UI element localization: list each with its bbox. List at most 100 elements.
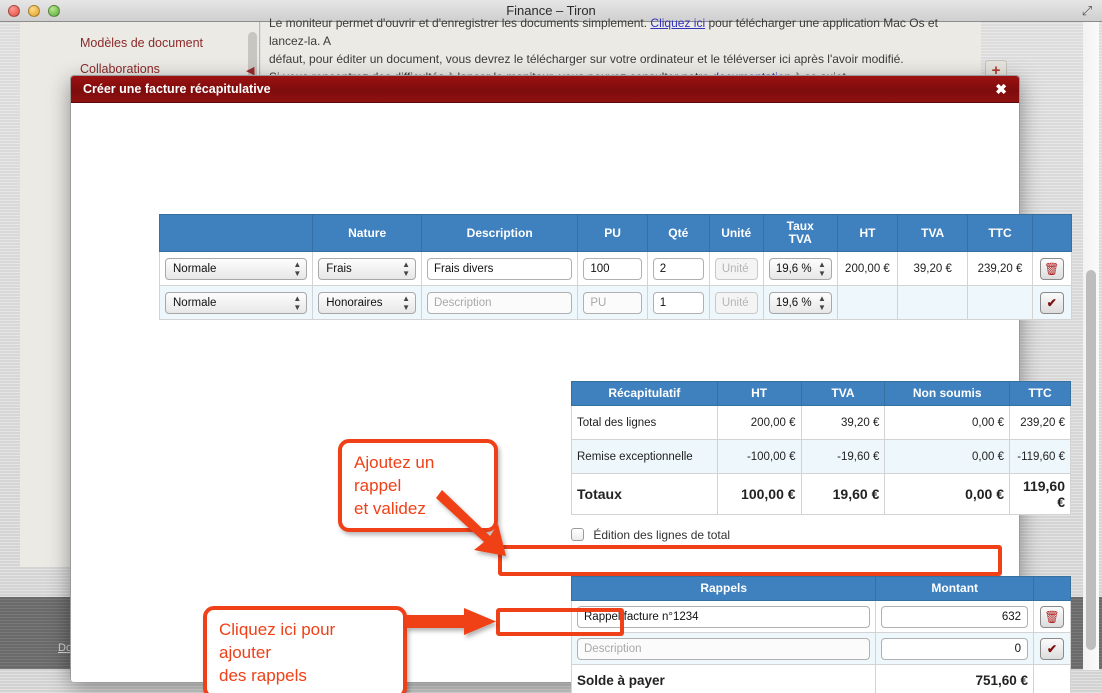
recap-total-row: Totaux 100,00 € 19,60 € 0,00 € 119,60 €	[571, 473, 1071, 515]
solde-action-cell	[1033, 664, 1071, 693]
cell-type: Normale ▲ ▼	[158, 285, 314, 320]
cell-description: Description	[420, 285, 579, 320]
recap-col-header-label: Récapitulatif	[571, 381, 718, 406]
recap-total-non-soumis: 0,00 €	[884, 473, 1010, 515]
cell-description: Frais divers	[420, 251, 579, 286]
description-input-row2[interactable]: Description	[426, 291, 573, 314]
doc-line2: défaut, pour éditer un document, vous de…	[269, 52, 904, 66]
taux-tva-value-row1: 19,6 %	[775, 262, 812, 275]
recap-row-non-soumis: 0,00 €	[884, 405, 1010, 440]
cell-action: ✔	[1031, 285, 1073, 320]
recap-row-label: Total des lignes	[571, 405, 718, 440]
col-header-ht: HT	[836, 214, 898, 252]
pu-input-row2[interactable]: PU	[583, 291, 642, 314]
rappel-montant-input-row1[interactable]: 632	[881, 605, 1029, 628]
trash-icon[interactable]: 🗑	[1039, 257, 1064, 280]
rappels-col-header-rappels: Rappels	[570, 576, 877, 601]
page-scrollbar-thumb[interactable]	[1086, 270, 1096, 650]
taux-tva-line1: Taux	[786, 219, 814, 233]
rappels-col-header-montant: Montant	[875, 576, 1035, 601]
description-input-row1[interactable]: Frais divers	[426, 257, 573, 280]
application-window: Finance – Tiron ⤢ Modèles de document Co…	[0, 0, 1102, 693]
rappel-cell-montant: 632	[875, 600, 1035, 633]
col-header-unite: Unité	[708, 214, 764, 252]
recapitulatif-table: Récapitulatif HT TVA Non soumis TTC Tota…	[571, 381, 1071, 515]
col-header-nature: Nature	[312, 214, 422, 252]
cliquez-ici-link[interactable]: Cliquez ici	[650, 16, 705, 30]
recap-col-header-ttc: TTC	[1009, 381, 1071, 406]
rappel-description-input-row2[interactable]: Description	[577, 637, 871, 660]
table-row: Normale ▲ ▼ Frais ▲ ▼ Frais divers 100 2…	[158, 251, 1073, 286]
sidebar-item-collaborations[interactable]: Collaborations	[80, 62, 160, 76]
cell-taux-tva: 19,6 % ▲ ▼	[762, 251, 838, 286]
sidebar-item-modeles-de-document[interactable]: Modèles de document	[80, 36, 203, 50]
cell-unite: Unité	[708, 251, 764, 286]
type-select-row2[interactable]: Normale ▲ ▼	[165, 291, 308, 314]
cell-tva	[896, 285, 969, 320]
check-icon[interactable]: ✔	[1040, 637, 1064, 660]
recap-header-row: Récapitulatif HT TVA Non soumis TTC	[571, 381, 1071, 406]
type-select-row1[interactable]: Normale ▲ ▼	[165, 257, 308, 280]
lines-table-header-row: Nature Description PU Qté Unité Taux TVA…	[158, 214, 1073, 252]
cell-qte: 1	[646, 285, 710, 320]
recap-total-ttc: 119,60 €	[1009, 473, 1071, 515]
cell-nature: Frais ▲ ▼	[312, 251, 422, 286]
nature-select-value-row2: Honoraires	[326, 296, 383, 309]
solde-label: Solde à payer	[570, 664, 877, 693]
pu-input-row1[interactable]: 100	[583, 257, 642, 280]
stepper-arrows-icon: ▲ ▼	[293, 259, 302, 278]
taux-tva-select-row1[interactable]: 19,6 % ▲ ▼	[768, 257, 832, 280]
qte-input-row1[interactable]: 2	[652, 257, 704, 280]
unite-input-row1[interactable]: Unité	[714, 257, 758, 280]
col-header-description: Description	[420, 214, 579, 252]
recap-total-ht: 100,00 €	[716, 473, 802, 515]
recap-row-ht: -100,00 €	[716, 439, 802, 474]
invoice-lines-table: Nature Description PU Qté Unité Taux TVA…	[158, 214, 1073, 320]
taux-tva-line2: TVA	[788, 232, 812, 246]
dialog-title: Créer une facture récapitulative	[83, 82, 271, 96]
type-select-value-row1: Normale	[173, 262, 217, 275]
page-scrollbar-track[interactable]	[1083, 22, 1099, 670]
rappels-table: Rappels Montant Rappel facture n°1234 63…	[570, 576, 1071, 693]
rappel-montant-input-row2[interactable]: 0	[881, 637, 1029, 660]
trash-icon[interactable]: 🗑	[1040, 605, 1064, 628]
stepper-arrows-icon: ▲ ▼	[817, 259, 826, 278]
cell-taux-tva: 19,6 % ▲ ▼	[762, 285, 838, 320]
rappels-header-row: Rappels Montant	[570, 576, 1071, 601]
stepper-arrows-icon: ▲ ▼	[293, 293, 302, 312]
cell-action: 🗑	[1031, 251, 1073, 286]
check-icon[interactable]: ✔	[1039, 291, 1064, 314]
annotation-callout-click-here: Cliquez ici pour ajouter des rappels	[203, 606, 407, 693]
edition-lignes-total-label: Édition des lignes de total	[593, 528, 731, 542]
col-header-actions	[1031, 214, 1073, 252]
cell-ttc	[967, 285, 1033, 320]
edition-lignes-total-checkbox[interactable]	[571, 528, 584, 541]
rappel-cell-description: Description	[570, 632, 877, 665]
stepper-arrows-icon: ▲ ▼	[402, 259, 410, 278]
nature-select-row1[interactable]: Frais ▲ ▼	[318, 257, 416, 280]
close-icon[interactable]: ✖	[995, 76, 1007, 103]
dialog-titlebar: Créer une facture récapitulative ✖	[71, 76, 1019, 103]
fullscreen-icon[interactable]: ⤢	[1080, 4, 1094, 18]
unite-input-row2[interactable]: Unité	[714, 291, 758, 314]
recap-total-label: Totaux	[571, 473, 718, 515]
cell-qte: 2	[646, 251, 710, 286]
nature-select-row2[interactable]: Honoraires ▲ ▼	[318, 291, 416, 314]
rappels-col-header-actions	[1033, 576, 1071, 601]
recap-row-non-soumis: 0,00 €	[884, 439, 1010, 474]
rappel-description-input-row1[interactable]: Rappel facture n°1234	[577, 605, 871, 628]
col-header-pu: PU	[577, 214, 648, 252]
cell-pu: 100	[577, 251, 648, 286]
stepper-arrows-icon: ▲ ▼	[817, 293, 826, 312]
edition-lignes-total-checkbox-row[interactable]: Édition des lignes de total	[571, 528, 730, 542]
cell-unite: Unité	[708, 285, 764, 320]
recap-col-header-ht: HT	[716, 381, 802, 406]
recap-row-tva: -19,60 €	[800, 439, 886, 474]
recap-row-ht: 200,00 €	[716, 405, 802, 440]
taux-tva-select-row2[interactable]: 19,6 % ▲ ▼	[768, 291, 832, 314]
col-header-tva: TVA	[896, 214, 969, 252]
table-row: Description 0 ✔	[570, 632, 1071, 665]
nature-select-value-row1: Frais	[326, 262, 352, 275]
recap-col-header-non-soumis: Non soumis	[884, 381, 1010, 406]
qte-input-row2[interactable]: 1	[652, 291, 704, 314]
